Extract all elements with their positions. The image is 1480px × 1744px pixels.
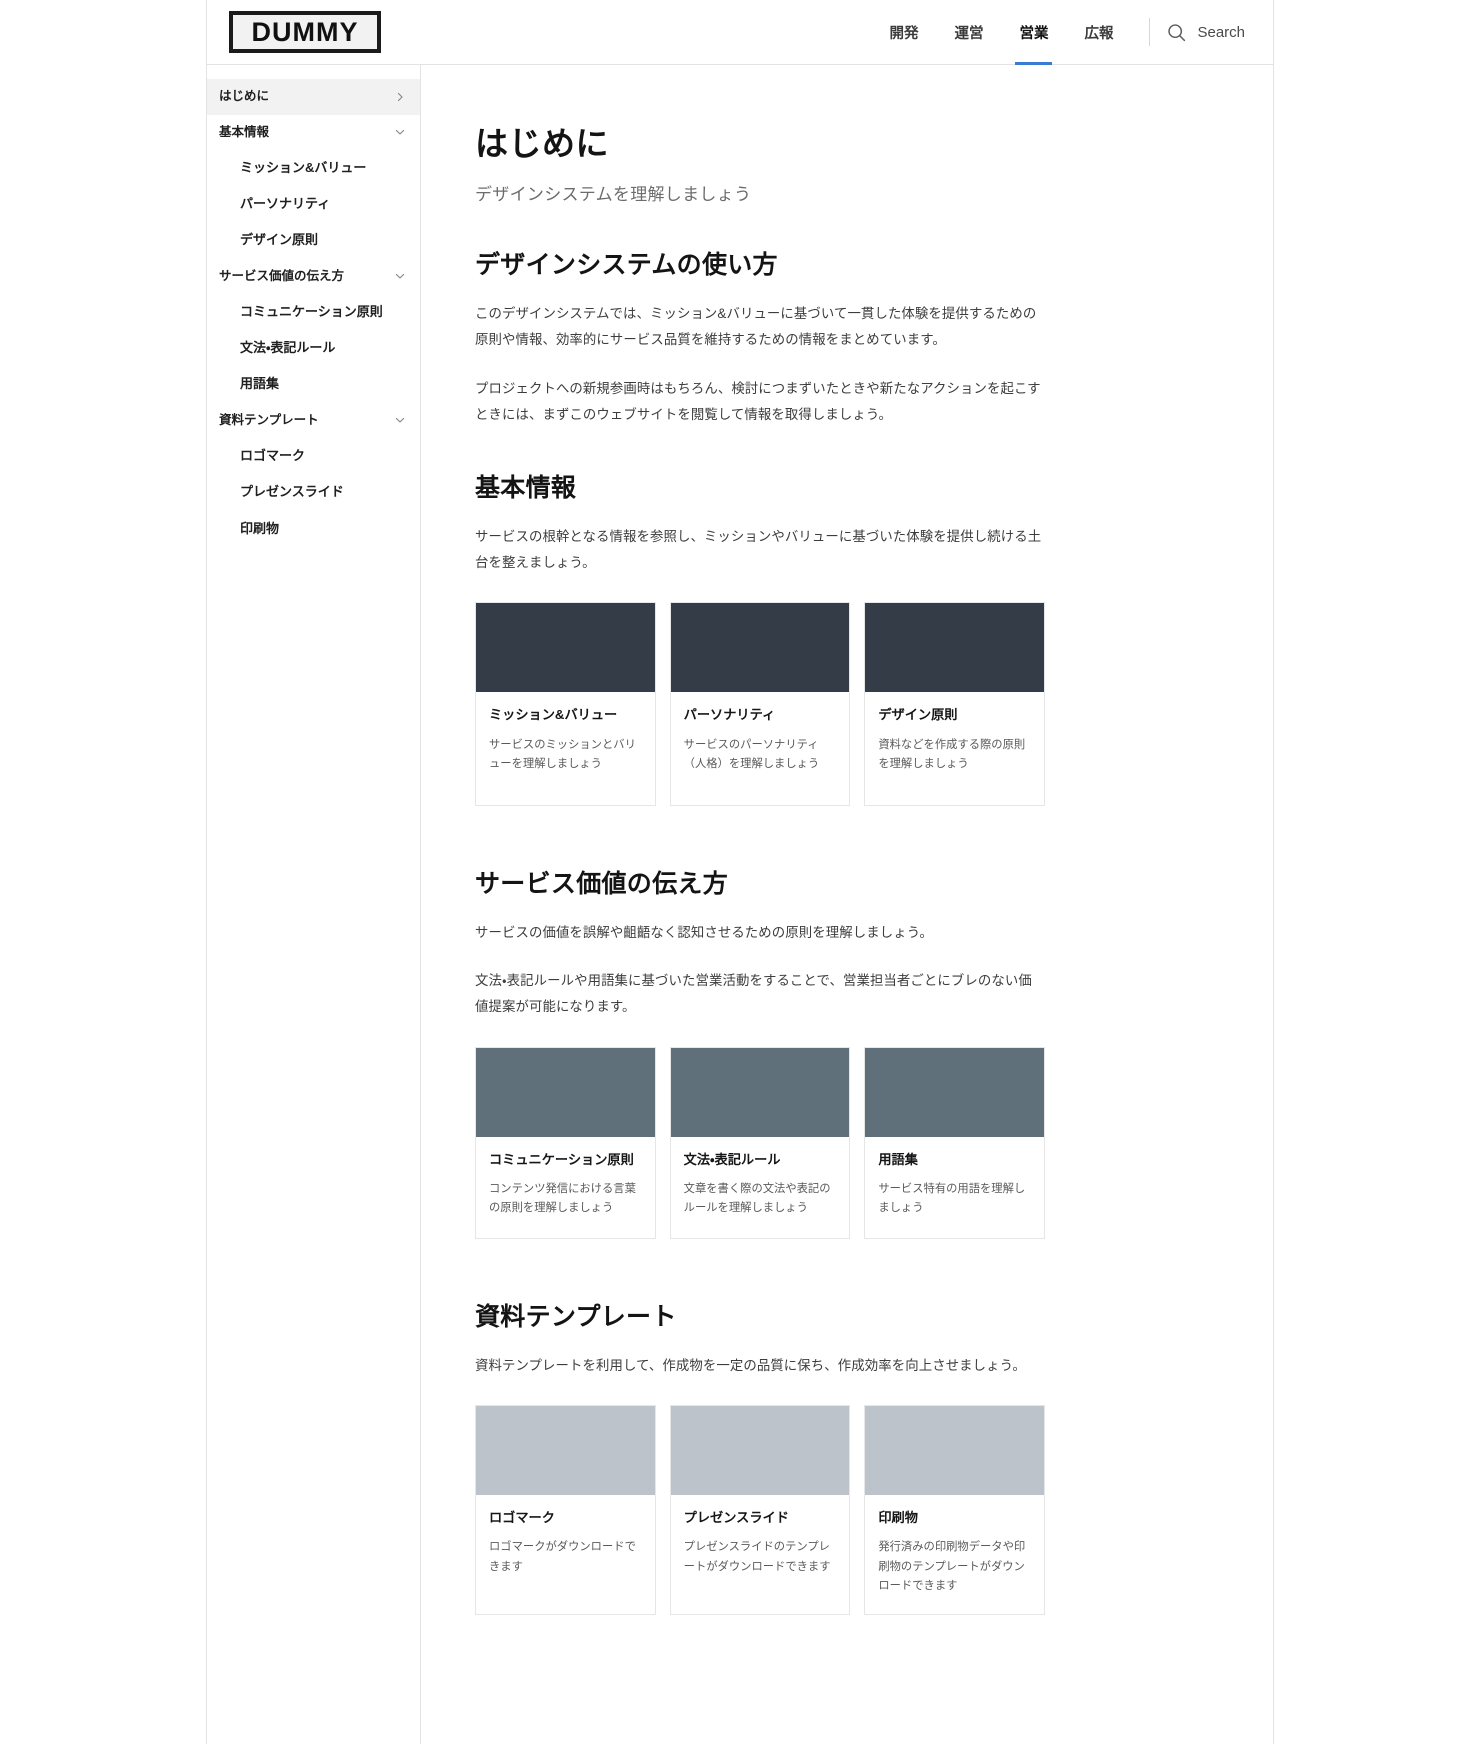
sidebar-item-print[interactable]: 印刷物 (207, 511, 420, 547)
site-header: DUMMY 開発 運営 営業 広報 Search (207, 0, 1273, 65)
chevron-right-icon (394, 91, 406, 103)
card-description: サービスのパーソナリティ（人格）を理解しましょう (683, 738, 820, 770)
card-thumbnail (476, 603, 655, 693)
card-print[interactable]: 印刷物 発行済みの印刷物データや印刷物のテンプレートがダウンロードできます (864, 1404, 1045, 1616)
section-title-basic-info: 基本情報 (475, 473, 577, 502)
card-logo[interactable]: ロゴマーク ロゴマークがダウンロードできます (475, 1404, 656, 1616)
nav-item-eigyo[interactable]: 営業 (1001, 0, 1066, 65)
card-description: コンテンツ発信における言葉の原則を理解しましょう (489, 1183, 636, 1215)
primary-nav: 開発 運営 営業 広報 Search (871, 0, 1245, 65)
section-paragraph: このデザインシステムでは、ミッション&バリューに基づいて一貫した体験を提供するた… (475, 306, 1037, 348)
card-description: ロゴマークがダウンロードできます (489, 1541, 636, 1573)
sidebar-item-label: はじめに (219, 89, 270, 103)
card-thumbnail (476, 1405, 655, 1495)
sidebar-group-label: サービス価値の伝え方 (219, 268, 345, 283)
card-thumbnail (670, 1047, 850, 1137)
main-content: はじめに デザインシステムを理解しましょう デザインシステムの使い方 このデザイ… (421, 65, 1273, 1744)
card-thumbnail (865, 603, 1044, 693)
card-title: デザイン原則 (878, 707, 958, 723)
card-description: 資料などを作成する際の原則を理解しましょう (878, 738, 1026, 770)
card-description: サービス特有の用語を理解しましょう (878, 1183, 1026, 1215)
section-paragraph: プロジェクトへの新規参画時はもちろん、検討につまずいたときや新たなアクションを起… (475, 380, 1041, 422)
card-design-principles[interactable]: デザイン原則 資料などを作成する際の原則を理解しましょう (864, 602, 1045, 807)
sidebar-item-design-principles[interactable]: デザイン原則 (207, 222, 420, 258)
card-title: コミュニケーション原則 (489, 1151, 634, 1167)
sidebar-group-label: 資料テンプレート (219, 412, 319, 427)
card-grid-service-value: コミュニケーション原則 コンテンツ発信における言葉の原則を理解しましょう 文法・… (475, 1046, 1045, 1239)
nav-item-koho[interactable]: 広報 (1066, 0, 1131, 65)
card-title: ロゴマーク (489, 1509, 555, 1525)
sidebar-item-presentation-slide[interactable]: プレゼンスライド (207, 474, 420, 510)
site-logo[interactable]: DUMMY (229, 11, 381, 53)
nav-divider (1149, 18, 1151, 46)
sidebar-item-logo[interactable]: ロゴマーク (207, 438, 420, 474)
section-paragraph: 文法・表記ルールや用語集に基づいた営業活動をすることで、営業担当者ごとにブレのな… (475, 973, 1032, 1015)
chevron-down-icon (394, 414, 406, 426)
card-presentation-slide[interactable]: プレゼンスライド プレゼンスライドのテンプレートがダウンロードできます (669, 1404, 851, 1616)
chevron-down-icon (394, 126, 406, 138)
card-description: サービスのミッションとバリューを理解しましょう (489, 738, 636, 770)
search-icon (1166, 22, 1187, 43)
section-title-templates: 資料テンプレート (475, 1302, 677, 1331)
search-label: Search (1197, 23, 1245, 41)
card-thumbnail (476, 1047, 655, 1137)
chevron-down-icon (394, 270, 406, 282)
sidebar-group-templates[interactable]: 資料テンプレート (207, 403, 420, 439)
sidebar-nav: はじめに 基本情報 ミッション&バリュー パーソナリティ デザイン原則 サービス… (207, 65, 421, 1744)
page-subtitle: デザインシステムを理解しましょう (475, 185, 752, 205)
page-title: はじめに (475, 125, 609, 162)
card-thumbnail (670, 603, 850, 693)
sidebar-item-hajimeni[interactable]: はじめに (207, 79, 420, 115)
section-paragraph: 資料テンプレートを利用して、作成物を一定の品質に保ち、作成効率を向上させましょう… (475, 1357, 1026, 1373)
card-description: 発行済みの印刷物データや印刷物のテンプレートがダウンロードできます (878, 1541, 1026, 1592)
body-split: はじめに 基本情報 ミッション&バリュー パーソナリティ デザイン原則 サービス… (207, 65, 1273, 1744)
card-thumbnail (865, 1405, 1044, 1495)
card-grid-templates: ロゴマーク ロゴマークがダウンロードできます プレゼンスライド プレゼンスライド… (475, 1404, 1045, 1616)
section-title-usage: デザインシステムの使い方 (475, 251, 778, 280)
card-title: ミッション&バリュー (489, 707, 618, 723)
section-title-service-value: サービス価値の伝え方 (475, 870, 729, 899)
card-glossary[interactable]: 用語集 サービス特有の用語を理解しましょう (864, 1046, 1045, 1239)
sidebar-group-label: 基本情報 (219, 124, 270, 139)
section-paragraph: サービスの根幹となる情報を参照し、ミッションやバリューに基づいた体験を提供し続け… (475, 528, 1042, 570)
sidebar-item-personality[interactable]: パーソナリティ (207, 186, 420, 222)
card-communication-principles[interactable]: コミュニケーション原則 コンテンツ発信における言葉の原則を理解しましょう (475, 1046, 656, 1239)
sidebar-group-service-value[interactable]: サービス価値の伝え方 (207, 259, 420, 295)
card-title: 用語集 (878, 1151, 918, 1167)
sidebar-group-kihonjoho[interactable]: 基本情報 (207, 115, 420, 151)
card-title: 文法・表記ルール (683, 1151, 781, 1167)
nav-item-unei[interactable]: 運営 (936, 0, 1001, 65)
site-frame: DUMMY 開発 運営 営業 広報 Search はじめに 基本情報 ミッション… (206, 0, 1274, 1744)
sidebar-item-mission-value[interactable]: ミッション&バリュー (207, 150, 420, 186)
search-button[interactable]: Search (1166, 22, 1245, 43)
card-mission-value[interactable]: ミッション&バリュー サービスのミッションとバリューを理解しましょう (475, 602, 656, 807)
card-thumbnail (865, 1047, 1044, 1137)
card-title: 印刷物 (878, 1509, 918, 1525)
sidebar-item-grammar-rules[interactable]: 文法・表記ルール (207, 330, 420, 366)
card-grammar-rules[interactable]: 文法・表記ルール 文章を書く際の文法や表記のルールを理解しましょう (669, 1046, 851, 1239)
sidebar-item-glossary[interactable]: 用語集 (207, 366, 420, 402)
card-title: パーソナリティ (683, 707, 776, 723)
card-personality[interactable]: パーソナリティ サービスのパーソナリティ（人格）を理解しましょう (669, 602, 851, 807)
card-grid-basic-info: ミッション&バリュー サービスのミッションとバリューを理解しましょう パーソナリ… (475, 602, 1045, 807)
card-description: 文章を書く際の文法や表記のルールを理解しましょう (683, 1183, 831, 1215)
sidebar-item-communication-principles[interactable]: コミュニケーション原則 (207, 294, 420, 330)
card-description: プレゼンスライドのテンプレートがダウンロードできます (683, 1541, 831, 1573)
card-title: プレゼンスライド (683, 1509, 789, 1525)
card-thumbnail (670, 1405, 850, 1495)
section-paragraph: サービスの価値を誤解や齟齬なく認知させるための原則を理解しましょう。 (475, 925, 933, 941)
nav-item-kaihatsu[interactable]: 開発 (871, 0, 936, 65)
